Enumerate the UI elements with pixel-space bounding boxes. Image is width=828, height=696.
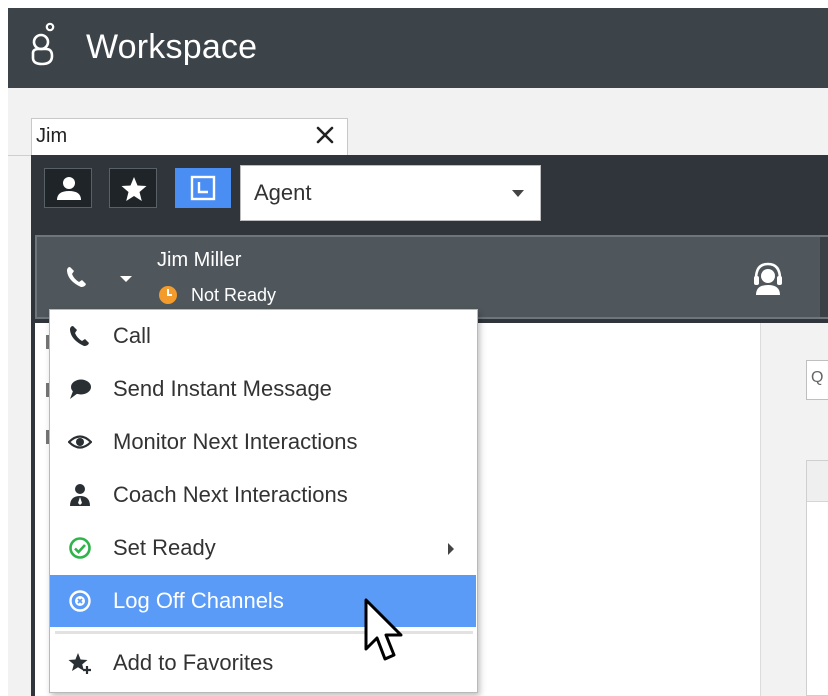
agent-headset-icon (754, 262, 782, 295)
menu-item-send-instant-message[interactable]: Send Instant Message (50, 364, 476, 414)
clock-status-icon (159, 286, 177, 304)
menu-item-label: Log Off Channels (113, 588, 284, 613)
phone-icon (70, 326, 89, 346)
right-panel-input-text: Q (811, 369, 824, 386)
menu-item-label: Add to Favorites (113, 650, 274, 675)
app-title: Workspace (86, 28, 258, 66)
menu-item-set-ready[interactable]: Set Ready (50, 523, 476, 573)
menu-item-label: Call (113, 323, 151, 348)
filter-contacts-button[interactable] (44, 168, 92, 208)
recent-calendar-icon (190, 175, 216, 201)
filter-recent-button[interactable] (175, 168, 231, 208)
row-edge (820, 237, 828, 317)
close-icon[interactable] (314, 124, 336, 146)
menu-item-coach-next-interactions[interactable]: Coach Next Interactions (50, 470, 476, 520)
contact-type-selected: Agent (254, 180, 312, 205)
menu-item-label: Set Ready (113, 535, 216, 560)
menu-item-label: Send Instant Message (113, 376, 332, 401)
filter-favorites-button[interactable] (109, 168, 157, 208)
right-panel-table-header (807, 461, 828, 502)
menu-item-log-off-channels[interactable]: Log Off Channels (50, 575, 476, 627)
team-communicator-search-input[interactable] (31, 118, 348, 156)
genesys-logo-icon (31, 22, 55, 66)
menu-item-add-to-favorites[interactable]: Add to Favorites (50, 638, 476, 688)
menu-item-monitor-next-interactions[interactable]: Monitor Next Interactions (50, 417, 476, 467)
mouse-cursor-icon (364, 598, 403, 661)
contact-name: Jim Miller (157, 249, 242, 271)
contact-status: Not Ready (191, 285, 277, 305)
eye-icon (68, 435, 92, 449)
menu-item-label: Coach Next Interactions (113, 482, 348, 507)
chevron-down-icon[interactable] (120, 276, 132, 282)
chat-bubble-icon (70, 379, 91, 399)
menu-item-call[interactable]: Call (50, 311, 476, 361)
search-query-text: Jim (36, 125, 68, 147)
check-circle-icon (69, 537, 91, 559)
x-circle-icon (69, 590, 91, 612)
contact-row[interactable] (35, 235, 828, 319)
chevron-down-icon (512, 190, 524, 197)
star-add-icon (68, 653, 91, 674)
chevron-right-icon (448, 543, 454, 555)
person-icon (57, 177, 81, 200)
star-icon (121, 177, 147, 201)
menu-separator (55, 631, 473, 634)
coach-person-icon (70, 484, 90, 506)
menu-item-label: Monitor Next Interactions (113, 429, 358, 454)
phone-icon[interactable] (64, 264, 90, 290)
